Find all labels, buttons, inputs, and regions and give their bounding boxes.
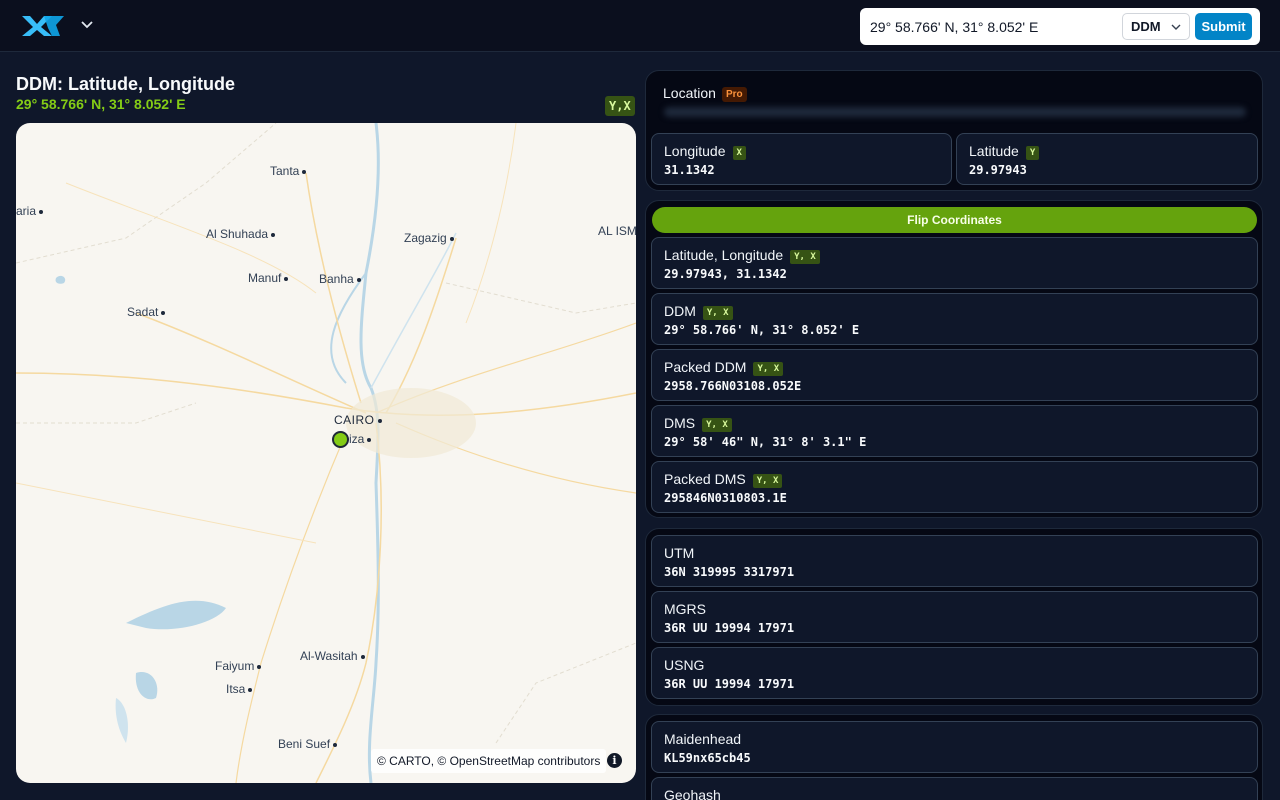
formats-panel: Flip Coordinates Latitude, Longitude Y, X… [645, 200, 1263, 518]
longitude-card[interactable]: Longitude X 31.1342 [651, 133, 952, 185]
submit-button[interactable]: Submit [1195, 13, 1252, 40]
flip-coordinates-button[interactable]: Flip Coordinates [652, 207, 1257, 233]
grid-value: 36N 319995 3317971 [664, 565, 795, 579]
format-label: Latitude, Longitude [664, 247, 784, 263]
format-card[interactable]: Packed DDM Y, X 2958.766N03108.052E [651, 349, 1258, 401]
axis-tag: X [732, 146, 746, 160]
page-title: DDM: Latitude, Longitude [16, 74, 235, 94]
map-attribution[interactable]: © CARTO, © OpenStreetMap contributors [371, 749, 607, 773]
chevron-down-icon [1171, 24, 1181, 30]
coordinate-search: DDM Submit [860, 8, 1260, 45]
location-label-row: Location Pro [663, 85, 747, 102]
longitude-label: Longitude [664, 143, 726, 159]
hash-card[interactable]: Maidenhead KL59nx65cb45 [651, 721, 1258, 773]
axis-tag: Y, X [702, 418, 732, 432]
top-bar: DDM Submit [0, 0, 1280, 52]
coordinate-input[interactable] [870, 16, 1120, 38]
map-city-label: Zagazig [404, 231, 454, 245]
latitude-card[interactable]: Latitude Y 29.97943 [956, 133, 1258, 185]
latitude-value: 29.97943 [969, 163, 1027, 177]
format-value: 29.97943, 31.1342 [664, 267, 787, 281]
map-city-label: Banha [319, 272, 361, 286]
axis-tag: Y, X [753, 362, 784, 376]
format-label: Packed DMS [664, 471, 746, 487]
format-card[interactable]: DDM Y, X 29° 58.766' N, 31° 8.052' E [651, 293, 1258, 345]
format-select-value: DDM [1131, 19, 1161, 34]
format-label: Packed DDM [664, 359, 747, 375]
info-icon[interactable]: i [607, 753, 622, 768]
location-panel: Location Pro Longitude X 31.1342 Latitude Y… [645, 70, 1263, 191]
grid-card[interactable]: UTM 36N 319995 3317971 [651, 535, 1258, 587]
hash-card[interactable]: Geohash [651, 777, 1258, 800]
latitude-label: Latitude [969, 143, 1019, 159]
format-label: DDM [664, 303, 696, 319]
location-marker[interactable] [332, 431, 349, 448]
format-value: 295846N0310803.1E [664, 491, 787, 505]
map-city-label: Tanta [270, 164, 307, 178]
page-subtitle: 29° 58.766' N, 31° 8.052' E [16, 96, 186, 112]
map-city-label: CAIRO [334, 413, 382, 427]
axis-tag: Y, X [702, 306, 733, 320]
format-card[interactable]: Latitude, Longitude Y, X 29.97943, 31.134… [651, 237, 1258, 289]
format-value: 29° 58' 46" N, 31° 8' 3.1" E [664, 435, 867, 449]
logo-icon[interactable] [20, 14, 66, 38]
hash-panel: Maidenhead KL59nx65cb45 Geohash [645, 714, 1263, 800]
grid-card[interactable]: USNG 36R UU 19994 17971 [651, 647, 1258, 699]
longitude-value: 31.1342 [664, 163, 715, 177]
axis-tag: Y, X [790, 250, 820, 264]
chevron-down-icon[interactable] [80, 17, 94, 31]
order-badge[interactable]: Y,X [605, 96, 635, 116]
format-select[interactable]: DDM [1122, 13, 1190, 40]
map-city-label: iza [349, 432, 372, 446]
hash-label: Maidenhead [664, 731, 742, 747]
format-value: 29° 58.766' N, 31° 8.052' E [664, 323, 860, 337]
map-roads [16, 123, 636, 783]
axis-tag: Y, X [752, 474, 783, 488]
hash-label: Geohash [664, 787, 721, 800]
hash-value: KL59nx65cb45 [664, 751, 751, 765]
map-city-label: Manuf [248, 271, 289, 285]
format-value: 2958.766N03108.052E [664, 379, 802, 393]
grid-label: MGRS [664, 601, 706, 617]
grid-panel: UTM 36N 319995 3317971 MGRS 36R UU 19994… [645, 528, 1263, 706]
grid-value: 36R UU 19994 17971 [664, 621, 795, 635]
grid-card[interactable]: MGRS 36R UU 19994 17971 [651, 591, 1258, 643]
map-city-label: Faiyum [215, 659, 262, 673]
format-label: DMS [664, 415, 696, 431]
map-city-label: aria [16, 204, 44, 218]
map-city-label: Itsa [226, 682, 253, 696]
map-city-label: Sadat [127, 305, 166, 319]
location-label: Location [663, 85, 716, 101]
location-redacted [664, 107, 1246, 117]
map-city-label: Al-Wasitah [300, 649, 365, 663]
format-card[interactable]: DMS Y, X 29° 58' 46" N, 31° 8' 3.1" E [651, 405, 1258, 457]
pro-badge[interactable]: Pro [721, 87, 747, 102]
map-city-label: Beni Suef [278, 737, 338, 751]
map[interactable]: Tanta aria Al Shuhada Zagazig AL ISM Man… [16, 123, 636, 783]
axis-tag: Y [1025, 146, 1040, 160]
grid-value: 36R UU 19994 17971 [664, 677, 795, 691]
grid-label: UTM [664, 545, 695, 561]
map-city-label: Al Shuhada [206, 227, 276, 241]
format-card[interactable]: Packed DMS Y, X 295846N0310803.1E [651, 461, 1258, 513]
map-city-label: AL ISM [598, 224, 636, 238]
grid-label: USNG [664, 657, 705, 673]
